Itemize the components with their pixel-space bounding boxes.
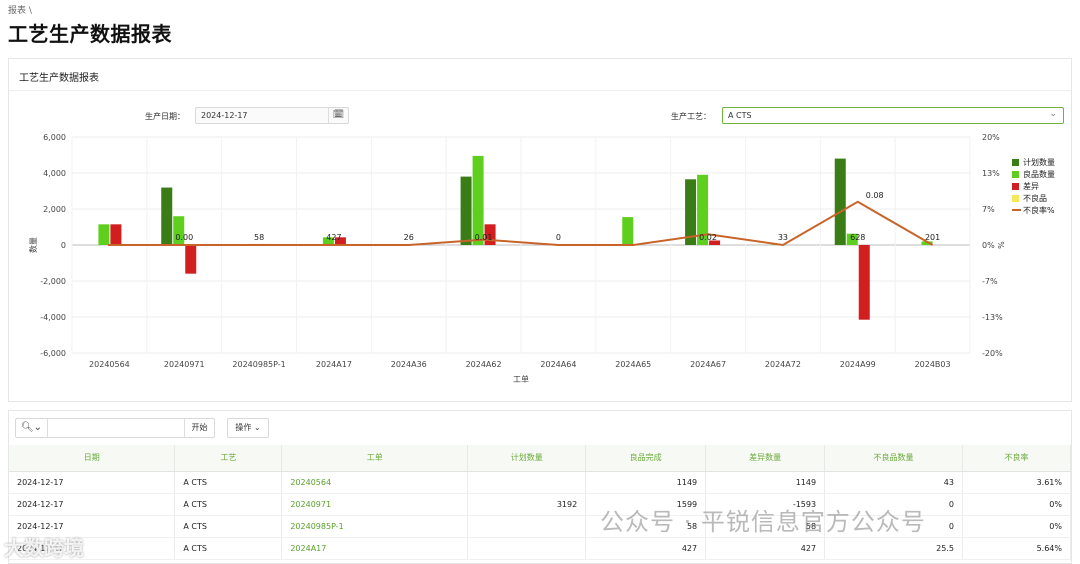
legend-item-diff[interactable]: 差异 (1012, 180, 1055, 192)
bar-plan (834, 158, 846, 245)
start-button[interactable]: 开始 (184, 419, 214, 437)
legend-swatch-good (1012, 170, 1019, 178)
y-tick-label: 6,000 (43, 133, 66, 142)
table-card: 🔍︎⌄ 开始 操作 ⌄ 日期 工艺 工单 计划数量 良品完成 差异数量 不良品数… (8, 410, 1072, 564)
y2-axis-label: % (997, 241, 1006, 249)
x-tick-label: 20240971 (164, 360, 205, 369)
x-tick-label: 2024A64 (540, 360, 576, 369)
table-header-row: 日期 工艺 工单 计划数量 良品完成 差异数量 不良品数量 不良率 (9, 445, 1072, 472)
watermark: 公众号 · 平锐信息官方公众号 (600, 508, 926, 536)
col-bad[interactable]: 不良品数量 (824, 445, 963, 472)
bar-plan (685, 179, 697, 245)
operations-button[interactable]: 操作 ⌄ (227, 418, 269, 438)
x-tick-label: 2024B03 (915, 360, 951, 369)
y2-tick-label: -13% (982, 313, 1003, 322)
col-diff[interactable]: 差异数量 (705, 445, 826, 472)
data-label: 0.00 (175, 233, 193, 242)
data-label: 628 (850, 233, 865, 242)
x-tick-label: 20240564 (89, 360, 130, 369)
bar-diff (185, 245, 197, 274)
order-link[interactable]: 2024A17 (281, 537, 469, 560)
y2-tick-label: -20% (982, 349, 1003, 358)
x-tick-label: 2024A62 (466, 360, 502, 369)
rate-line (108, 200, 934, 247)
x-tick-label: 20240985P-1 (232, 360, 285, 369)
col-rate[interactable]: 不良率 (962, 445, 1072, 472)
legend-swatch-plan (1012, 158, 1019, 166)
data-label: 427 (326, 233, 341, 242)
search-input[interactable] (48, 419, 184, 437)
legend-item-bad[interactable]: 不良品 (1012, 192, 1055, 204)
legend-item-plan[interactable]: 计划数量 (1012, 156, 1055, 168)
bar-good (622, 217, 634, 245)
data-label: 33 (778, 233, 788, 242)
production-chart: 6,000 4,000 2,000 0 -2,000 -4,000 -6,000 20% 13%… (28, 133, 1006, 384)
table-row[interactable]: 2024-12-17 A CTS 2024A17 427 427 25.5 5.… (9, 537, 1072, 560)
y-tick-label: -4,000 (40, 313, 66, 322)
order-link[interactable]: 20240564 (281, 471, 469, 494)
col-process[interactable]: 工艺 (174, 445, 283, 472)
x-tick-label: 2024A67 (690, 360, 726, 369)
y-tick-label: -2,000 (40, 277, 66, 286)
x-tick-label: 2024A72 (765, 360, 801, 369)
data-label: 201 (925, 233, 940, 242)
col-order[interactable]: 工单 (281, 445, 469, 472)
legend-swatch-bad (1012, 194, 1019, 202)
data-label: 0.01 (475, 233, 493, 242)
y-axis-label: 数量 (28, 237, 38, 253)
col-plan[interactable]: 计划数量 (467, 445, 587, 472)
x-tick-label: 2024A17 (316, 360, 352, 369)
search-box: 🔍︎⌄ 开始 (15, 418, 215, 438)
col-date[interactable]: 日期 (9, 445, 176, 472)
y-tick-label: 2,000 (43, 205, 66, 214)
data-label: 26 (404, 233, 414, 242)
order-link[interactable]: 20240971 (281, 493, 469, 516)
bar-plan (161, 187, 173, 245)
legend-line-rate (1012, 209, 1021, 211)
x-tick-label: 2024A99 (840, 360, 876, 369)
legend-item-good[interactable]: 良品数量 (1012, 168, 1055, 180)
bar-diff (110, 224, 122, 245)
x-tick-label: 2024A36 (391, 360, 427, 369)
y2-tick-label: 20% (982, 133, 1000, 142)
order-link[interactable]: 20240985P-1 (281, 515, 469, 538)
y2-tick-label: -7% (982, 277, 998, 286)
table-row[interactable]: 2024-12-17 A CTS 20240564 1149 1149 43 3… (9, 471, 1072, 494)
bar-good (472, 155, 484, 245)
bar-diff (858, 245, 870, 320)
y2-tick-label: 0% (982, 241, 995, 250)
data-label: 0.02 (699, 233, 717, 242)
y-tick-label: -6,000 (40, 349, 66, 358)
x-tick-label: 2024A65 (615, 360, 651, 369)
col-good[interactable]: 良品完成 (585, 445, 707, 472)
y-tick-label: 0 (61, 241, 66, 250)
x-axis-label: 工单 (513, 374, 529, 384)
data-label: 58 (254, 233, 264, 242)
bar-good (98, 224, 110, 245)
data-label: 0 (556, 233, 561, 242)
y2-tick-label: 7% (982, 205, 995, 214)
search-icon[interactable]: 🔍︎⌄ (16, 419, 48, 437)
y2-tick-label: 13% (982, 169, 1000, 178)
y-tick-label: 4,000 (43, 169, 66, 178)
chart-legend: 计划数量 良品数量 差异 不良品 不良率% (1012, 156, 1055, 216)
watermark-corner: 大数跨境 (4, 536, 84, 560)
rate-data-label: 0.08 (866, 191, 884, 200)
legend-swatch-diff (1012, 182, 1019, 190)
legend-item-rate[interactable]: 不良率% (1012, 204, 1055, 216)
bar-plan (460, 176, 472, 245)
